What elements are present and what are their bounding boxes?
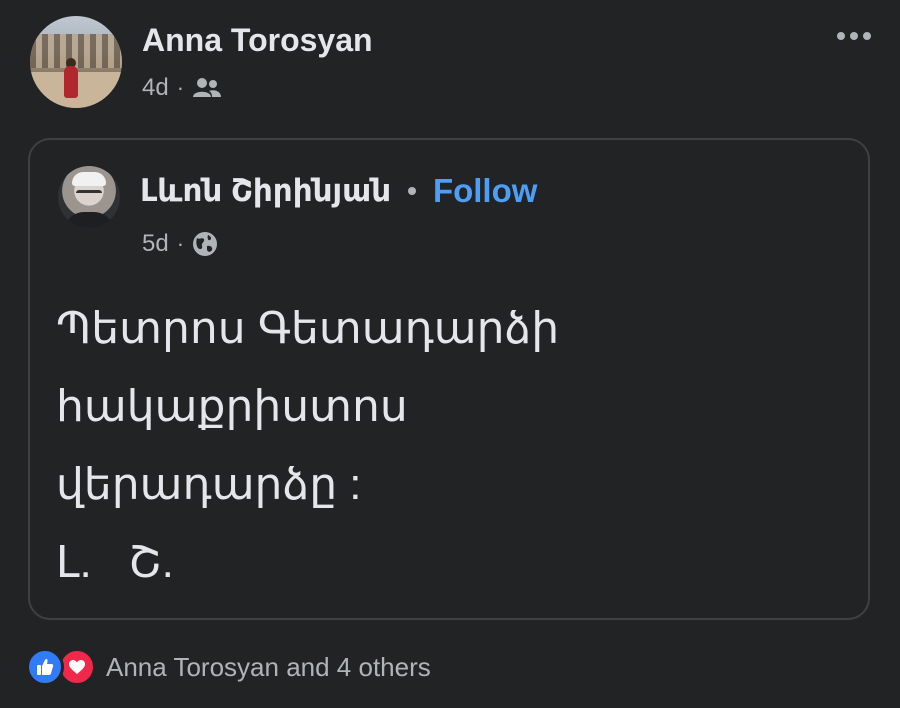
more-dot [850, 32, 858, 40]
post-text-line: Լ. Շ. [56, 538, 174, 587]
shared-author-avatar[interactable] [58, 166, 120, 228]
like-icon[interactable] [26, 648, 64, 686]
post-text-line: Պետրոս Գետադարձի [56, 304, 560, 353]
meta-separator: · [176, 231, 185, 256]
more-options-icon[interactable] [830, 22, 878, 50]
shared-post-time[interactable]: 5d [142, 230, 169, 258]
more-dot [863, 32, 871, 40]
author-name[interactable]: Anna Torosyan [142, 22, 373, 59]
post-meta: 4d · [142, 74, 222, 102]
friends-icon[interactable] [192, 77, 222, 99]
avatar-person [64, 66, 78, 98]
meta-separator: · [176, 75, 185, 100]
reaction-summary[interactable]: Anna Torosyan and 4 others [106, 652, 431, 683]
facebook-post: Anna Torosyan 4d · Լևոն Շիրինյան • Follo… [0, 0, 900, 708]
follow-button[interactable]: Follow [433, 172, 537, 210]
avatar-background [30, 34, 122, 68]
shared-post-header: Լևոն Շիրինյան • Follow [140, 172, 537, 210]
avatar-glasses [76, 190, 102, 199]
header-separator: • [407, 175, 417, 206]
post-text-line: վերադարձը : [56, 460, 362, 509]
globe-icon[interactable] [192, 231, 218, 257]
shared-author-name[interactable]: Լևոն Շիրինյան [140, 173, 391, 209]
post-text-line: հակաքրիստոս [56, 382, 408, 431]
shared-post-text: Պետրոս Գետադարձի հակաքրիստոս վերադարձը :… [56, 290, 836, 602]
author-avatar[interactable] [30, 16, 122, 108]
reactions-bar: Anna Torosyan and 4 others [26, 648, 431, 686]
post-time[interactable]: 4d [142, 74, 169, 102]
avatar-hair [72, 172, 106, 186]
avatar-shirt [64, 212, 114, 228]
more-dot [837, 32, 845, 40]
shared-post-meta: 5d · [142, 230, 218, 258]
